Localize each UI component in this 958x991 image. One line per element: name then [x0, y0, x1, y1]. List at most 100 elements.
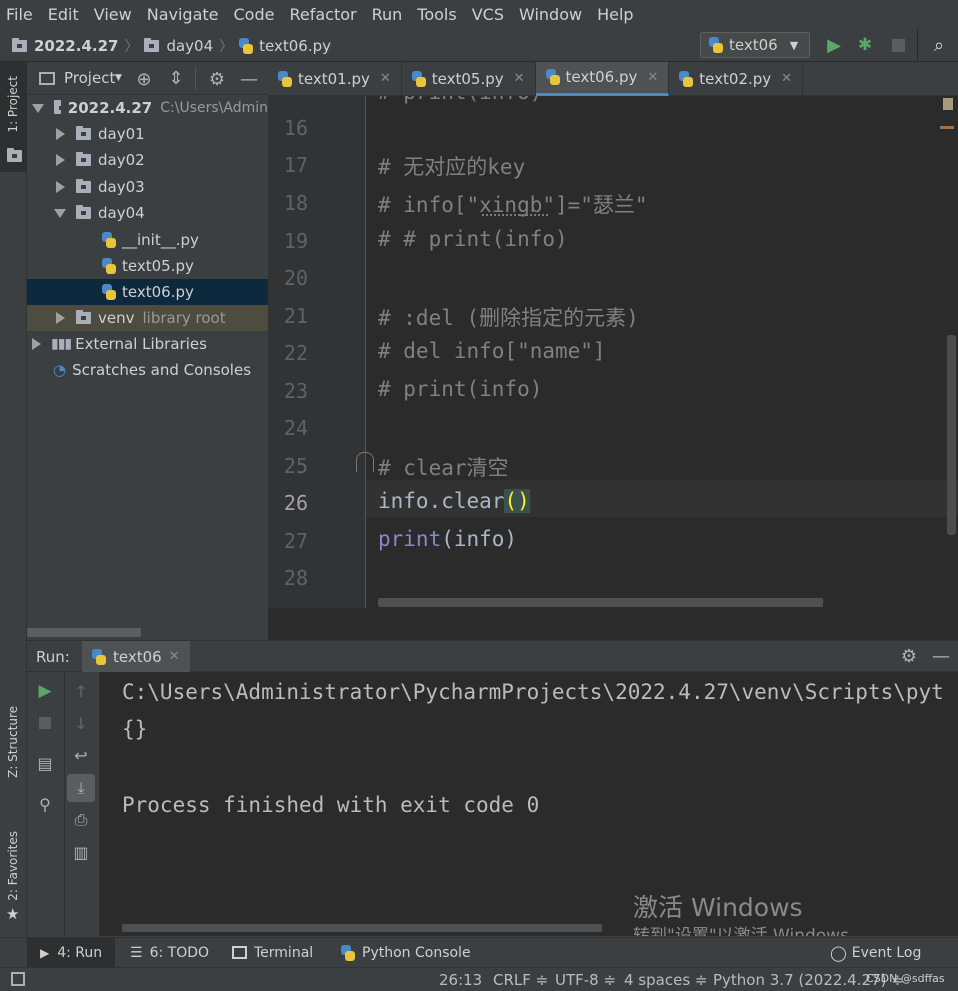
- python-icon: [92, 648, 106, 665]
- line-separator[interactable]: CRLF ≑: [493, 971, 548, 989]
- up-arrow-icon[interactable]: ↑: [70, 680, 92, 702]
- chevron-right-icon: [56, 154, 65, 166]
- search-icon[interactable]: ⌕: [928, 34, 950, 56]
- line-number: 27: [283, 529, 308, 553]
- tree-item-text05-py[interactable]: text05.py: [27, 253, 268, 279]
- toolbar-divider: [64, 672, 65, 936]
- stop-icon[interactable]: [39, 717, 51, 729]
- console-hscrollbar[interactable]: [122, 924, 602, 932]
- fold-marker-icon[interactable]: [356, 452, 374, 472]
- minimize-icon[interactable]: —: [238, 68, 260, 90]
- inspection-marker[interactable]: [943, 98, 953, 110]
- status-bar: 26:13 CRLF ≑ UTF-8 ≑ 4 spaces ≑ Python 3…: [0, 967, 958, 991]
- menu-refactor[interactable]: Refactor: [289, 5, 356, 24]
- close-icon[interactable]: ✕: [380, 71, 391, 86]
- close-icon[interactable]: ✕: [781, 71, 792, 86]
- code-editor[interactable]: # print(info) 16 17 # 无对应的key 18 # info[…: [268, 96, 958, 608]
- error-stripe-mark[interactable]: [940, 126, 954, 129]
- editor-vscrollbar[interactable]: [947, 335, 956, 535]
- menu-view[interactable]: View: [94, 5, 132, 24]
- tree-item-day03[interactable]: day03: [27, 174, 268, 200]
- code-line-current: info.clear(): [378, 489, 530, 513]
- run-tool-button[interactable]: ▶ 4: Run: [27, 938, 116, 967]
- close-icon[interactable]: ✕: [647, 70, 658, 85]
- event-log-button[interactable]: ◯ Event Log: [830, 938, 921, 967]
- line-number: 19: [283, 229, 308, 253]
- menu-navigate[interactable]: Navigate: [147, 5, 219, 24]
- menu-window[interactable]: Window: [519, 5, 582, 24]
- layout-icon[interactable]: ▤: [34, 752, 56, 774]
- collapse-all-icon[interactable]: ⇕: [165, 67, 187, 89]
- tree-item-external-libraries[interactable]: ▮▮▮ External Libraries: [27, 331, 268, 357]
- project-view-select[interactable]: Project: [64, 69, 115, 87]
- gear-icon[interactable]: ⚙: [898, 645, 920, 667]
- tree-item-init-py[interactable]: __init__.py: [27, 227, 268, 253]
- tree-root-name: 2022.4.27: [67, 99, 153, 117]
- pin-icon[interactable]: ⚲: [34, 793, 56, 815]
- tree-item-scratches[interactable]: ◔ Scratches and Consoles: [27, 357, 268, 383]
- toggle-tool-windows-icon[interactable]: [11, 972, 25, 986]
- code-line: # :del (删除指定的元素): [378, 306, 639, 330]
- tree-root-path: C:\Users\Admin: [160, 100, 268, 116]
- run-config-select[interactable]: text06 ▼: [700, 32, 810, 58]
- chevron-down-icon[interactable]: ▼: [115, 73, 122, 83]
- chevron-right-icon: [56, 312, 65, 324]
- minimize-icon[interactable]: —: [930, 645, 952, 667]
- tree-item-day02[interactable]: day02: [27, 147, 268, 173]
- tree-item-label: day02: [98, 151, 145, 169]
- down-arrow-icon[interactable]: ↓: [70, 712, 92, 734]
- gear-icon[interactable]: ⚙: [206, 68, 228, 90]
- rerun-icon[interactable]: ▶: [34, 680, 56, 702]
- soft-wrap-icon[interactable]: ↩: [70, 744, 92, 766]
- line-number-current: 26: [283, 491, 308, 515]
- project-tool-button[interactable]: 1: Project: [0, 62, 27, 172]
- folder-icon: [76, 179, 91, 193]
- close-icon[interactable]: ✕: [169, 649, 180, 664]
- breadcrumb-root[interactable]: 2022.4.27: [34, 37, 118, 55]
- tree-item-venv[interactable]: venv library root: [27, 305, 268, 331]
- menu-edit[interactable]: Edit: [48, 5, 79, 24]
- favorites-tool-button[interactable]: 2: Favorites ★: [0, 827, 27, 927]
- menu-vcs[interactable]: VCS: [472, 5, 504, 24]
- structure-tool-button[interactable]: Z: Structure: [0, 702, 27, 802]
- stop-icon[interactable]: [892, 39, 905, 52]
- tab-text02[interactable]: text02.py ✕: [669, 61, 804, 96]
- tree-item-label: text06.py: [122, 283, 194, 301]
- tab-text01[interactable]: text01.py ✕: [268, 61, 402, 96]
- locate-target-icon[interactable]: ⊕: [133, 68, 155, 90]
- tree-root[interactable]: 2022.4.27 C:\Users\Admin: [27, 95, 268, 121]
- tree-item-day04[interactable]: day04: [27, 200, 268, 226]
- trash-icon[interactable]: ▥: [70, 841, 92, 863]
- menu-help[interactable]: Help: [597, 5, 633, 24]
- breadcrumb-day04[interactable]: day04: [166, 37, 213, 55]
- tab-text05[interactable]: text05.py ✕: [402, 61, 536, 96]
- menu-file[interactable]: File: [6, 5, 33, 24]
- tree-item-text06-py[interactable]: text06.py: [27, 279, 268, 305]
- event-log-label: Event Log: [851, 944, 922, 961]
- tree-item-label: text05.py: [122, 257, 194, 275]
- breadcrumb-file[interactable]: text06.py: [259, 37, 331, 55]
- caret-position[interactable]: 26:13: [439, 971, 482, 989]
- editor-hscrollbar[interactable]: [378, 598, 823, 607]
- folder-icon: [76, 152, 91, 166]
- debug-bug-icon[interactable]: ✱: [854, 34, 876, 56]
- file-encoding[interactable]: UTF-8 ≑: [555, 971, 616, 989]
- run-icon[interactable]: ▶: [823, 34, 845, 56]
- run-console-output[interactable]: C:\Users\Administrator\PycharmProjects\2…: [100, 672, 958, 936]
- indent-setting[interactable]: 4 spaces ≑: [624, 971, 707, 989]
- menu-tools[interactable]: Tools: [417, 5, 456, 24]
- scroll-to-end-icon[interactable]: ⤓: [67, 774, 95, 802]
- tab-text06[interactable]: text06.py ✕: [535, 61, 670, 96]
- python-console-tool-button[interactable]: Python Console: [341, 938, 471, 967]
- tree-item-day01[interactable]: day01: [27, 121, 268, 147]
- todo-tool-button[interactable]: ☰ 6: TODO: [130, 938, 209, 967]
- code-line: # 无对应的key: [378, 155, 526, 179]
- print-icon[interactable]: ⎙: [70, 809, 92, 831]
- run-tab[interactable]: text06 ✕: [82, 641, 190, 672]
- close-icon[interactable]: ✕: [514, 71, 525, 86]
- project-hscrollbar[interactable]: [27, 628, 141, 637]
- menu-code[interactable]: Code: [234, 5, 275, 24]
- menu-run[interactable]: Run: [372, 5, 403, 24]
- folder-icon: [7, 148, 22, 162]
- terminal-tool-button[interactable]: Terminal: [232, 938, 313, 967]
